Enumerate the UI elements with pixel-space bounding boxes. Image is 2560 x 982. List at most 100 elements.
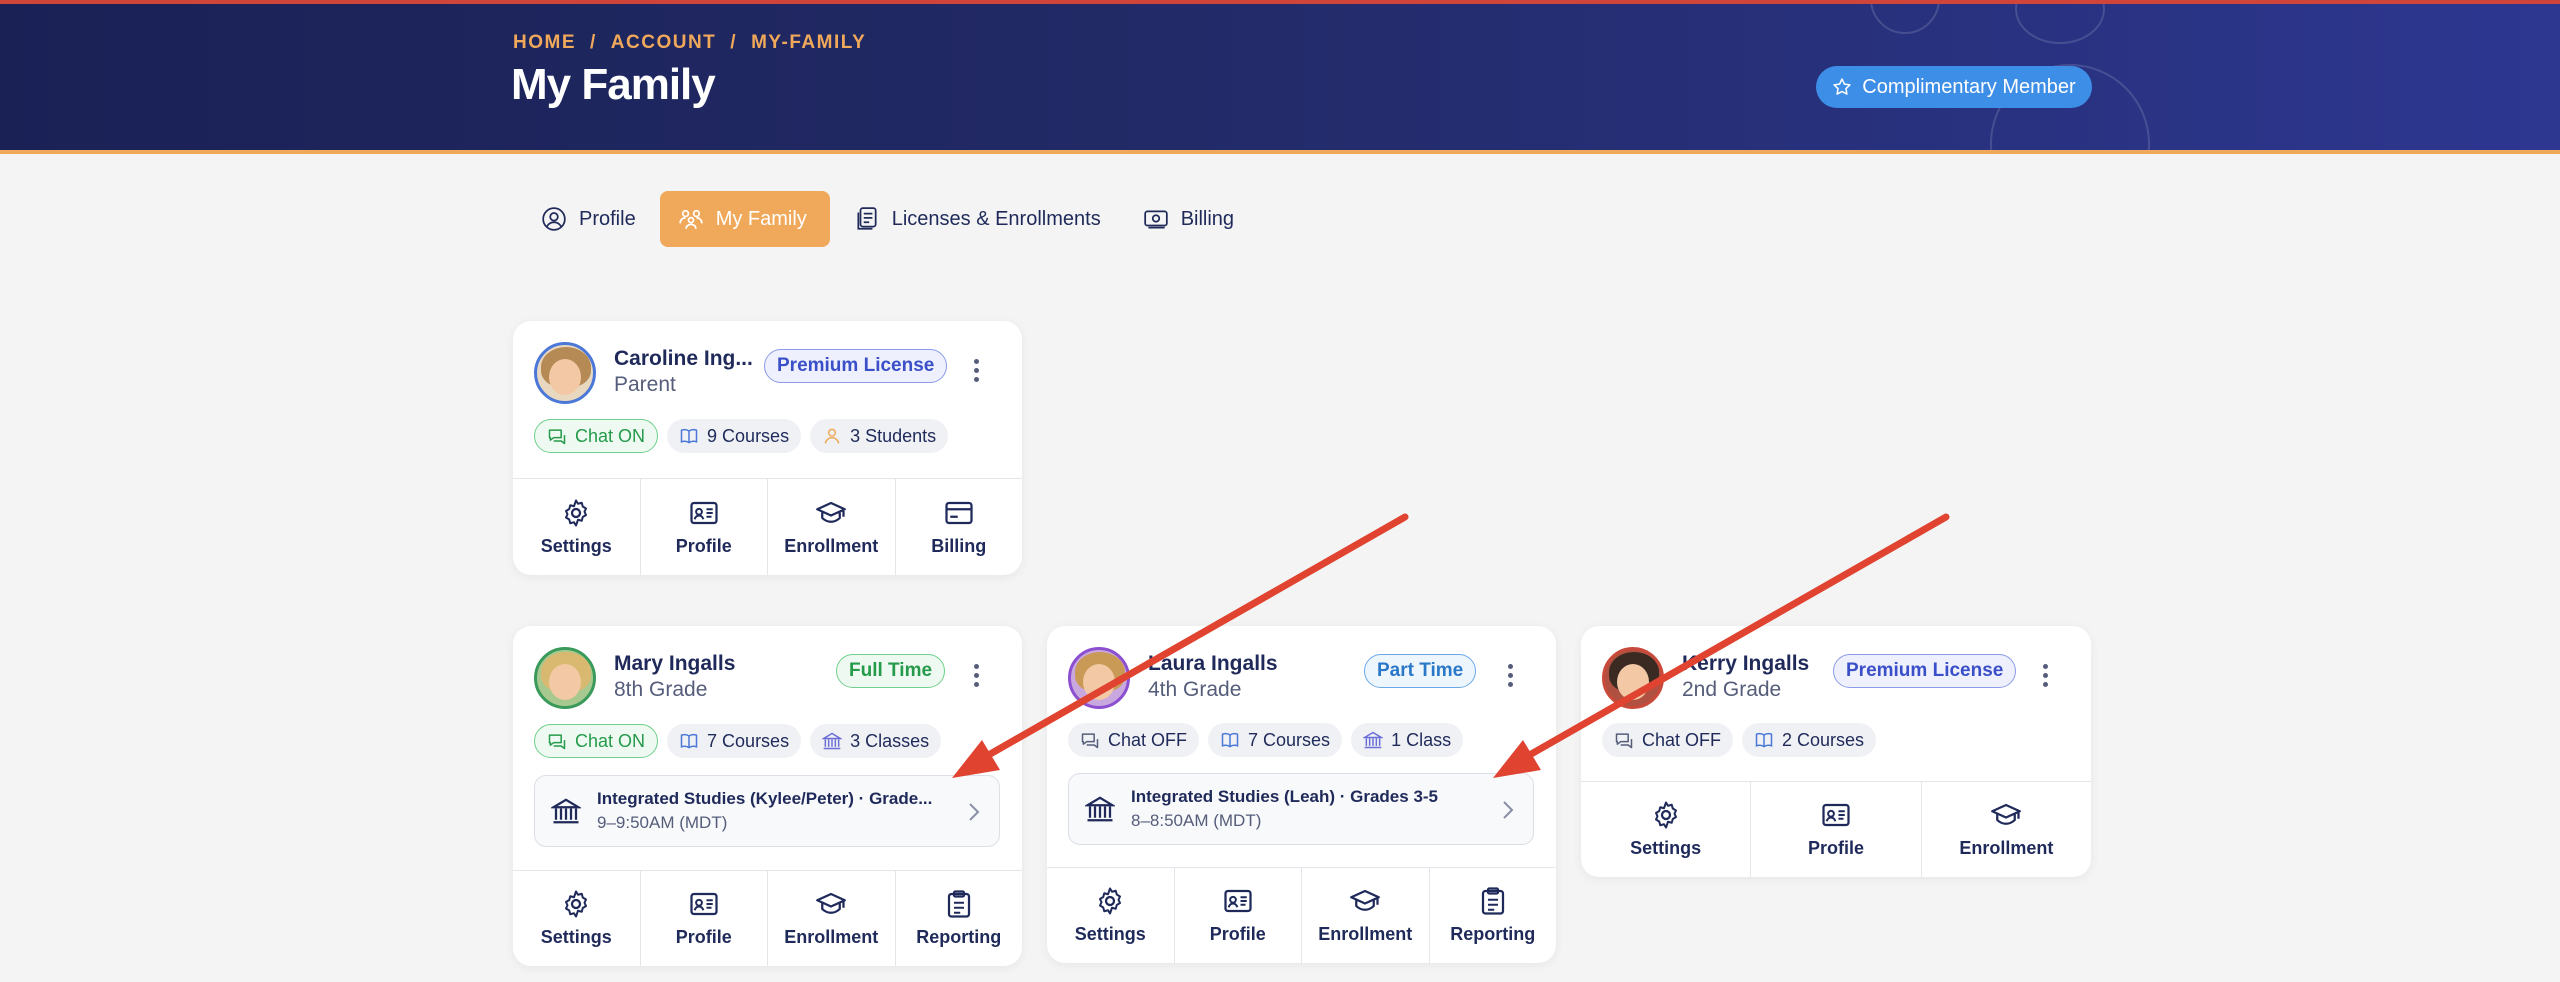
student-card-kerry: Kerry Ingalls 2nd Grade Premium License …	[1581, 626, 2091, 877]
money-icon	[1143, 206, 1169, 232]
reporting-button[interactable]: Reporting	[896, 871, 1023, 966]
graduation-cap-icon	[816, 498, 846, 528]
avatar[interactable]	[534, 342, 596, 404]
settings-button[interactable]: Settings	[513, 479, 641, 575]
chat-icon	[547, 731, 567, 751]
settings-button[interactable]: Settings	[513, 871, 641, 966]
tab-my-family[interactable]: My Family	[659, 191, 830, 247]
tab-label: Billing	[1180, 207, 1235, 230]
graduation-cap-icon	[1991, 800, 2021, 830]
action-label: Profile	[675, 535, 732, 556]
avatar[interactable]	[1602, 647, 1664, 709]
member-role: 8th Grade	[614, 678, 708, 701]
chat-icon	[547, 426, 567, 446]
tab-label: Licenses & Enrollments	[891, 207, 1101, 230]
breadcrumb: HOME / ACCOUNT / MY-FAMILY	[513, 32, 866, 54]
documents-icon	[854, 206, 880, 232]
chip-label: 7 Courses	[707, 730, 790, 751]
tab-licenses-enrollments[interactable]: Licenses & Enrollments	[836, 191, 1119, 247]
profile-button[interactable]: Profile	[1751, 782, 1922, 877]
profile-button[interactable]: Profile	[641, 479, 768, 575]
chip-label: 2 Courses	[1782, 729, 1865, 750]
page-title: My Family	[511, 60, 716, 109]
star-icon	[1832, 77, 1852, 97]
avatar[interactable]	[1068, 647, 1130, 709]
breadcrumb-home[interactable]: HOME	[513, 32, 576, 54]
more-options-icon[interactable]	[970, 359, 982, 382]
book-icon	[1220, 730, 1240, 750]
class-info: Integrated Studies (Leah) · Grades 3-5 8…	[1131, 787, 1501, 831]
more-options-icon[interactable]	[970, 664, 982, 687]
action-label: Profile	[675, 927, 732, 947]
courses-chip: 7 Courses	[667, 724, 802, 758]
person-icon	[822, 426, 842, 446]
chip-label: 9 Courses	[707, 425, 790, 446]
settings-button[interactable]: Settings	[1047, 868, 1175, 963]
chip-label: 3 Students	[850, 425, 937, 446]
member-role: 4th Grade	[1148, 678, 1242, 701]
family-icon	[678, 206, 704, 232]
tab-profile[interactable]: Profile	[523, 191, 654, 247]
id-card-icon	[1223, 886, 1253, 916]
class-row[interactable]: Integrated Studies (Kylee/Peter) · Grade…	[534, 775, 1000, 847]
enrollment-button[interactable]: Enrollment	[768, 479, 896, 575]
chip-label: 7 Courses	[1248, 729, 1331, 750]
chevron-right-icon	[1501, 800, 1515, 820]
student-card-mary: Mary Ingalls 8th Grade Full Time Chat ON…	[513, 626, 1022, 966]
id-card-icon	[689, 889, 719, 919]
settings-button[interactable]: Settings	[1581, 782, 1752, 877]
card-actions: Settings Profile Enrollment Reporting	[513, 870, 1022, 966]
breadcrumb-separator: /	[590, 32, 597, 53]
member-name[interactable]: Caroline Ing...	[614, 347, 753, 371]
chip-label: Chat OFF	[1642, 729, 1722, 750]
enrollment-button[interactable]: Enrollment	[1922, 782, 2091, 877]
class-title: Integrated Studies (Kylee/Peter) · Grade…	[597, 789, 933, 808]
profile-button[interactable]: Profile	[641, 871, 768, 966]
bank-icon	[822, 731, 842, 751]
chip-label: 3 Classes	[850, 730, 930, 751]
book-icon	[679, 426, 699, 446]
tab-label: Profile	[579, 207, 636, 230]
bank-icon	[551, 796, 581, 826]
class-time: 9–9:50AM (MDT)	[597, 813, 728, 832]
action-label: Enrollment	[1959, 838, 2054, 858]
card-actions: Settings Profile Enrollment Reporting	[1047, 867, 1556, 963]
action-label: Profile	[1807, 838, 1864, 858]
reporting-button[interactable]: Reporting	[1430, 868, 1557, 963]
billing-button[interactable]: Billing	[896, 479, 1023, 575]
action-label: Settings	[1074, 924, 1146, 944]
member-name[interactable]: Kerry Ingalls	[1682, 652, 1809, 676]
action-label: Settings	[540, 535, 612, 556]
bank-icon	[1085, 794, 1115, 824]
class-info: Integrated Studies (Kylee/Peter) · Grade…	[597, 789, 967, 833]
bank-icon	[1363, 730, 1383, 750]
gear-icon	[1095, 886, 1125, 916]
id-card-icon	[689, 498, 719, 528]
enrollment-button[interactable]: Enrollment	[768, 871, 896, 966]
chip-label: Chat ON	[575, 425, 646, 446]
breadcrumb-account[interactable]: ACCOUNT	[611, 32, 717, 54]
member-name[interactable]: Mary Ingalls	[614, 652, 735, 676]
class-time: 8–8:50AM (MDT)	[1131, 811, 1262, 830]
action-label: Enrollment	[1318, 924, 1413, 944]
chat-icon	[1614, 730, 1634, 750]
courses-chip: 2 Courses	[1742, 723, 1877, 757]
stats-chips: Chat ON 9 Courses 3 Students	[534, 419, 949, 453]
license-badge: Premium License	[1833, 654, 2017, 688]
profile-button[interactable]: Profile	[1175, 868, 1302, 963]
chip-label: Chat OFF	[1108, 729, 1188, 750]
avatar[interactable]	[534, 647, 596, 709]
complimentary-member-badge[interactable]: Complimentary Member	[1816, 66, 2092, 108]
user-circle-icon	[541, 206, 567, 232]
more-options-icon[interactable]	[1504, 664, 1516, 687]
breadcrumb-separator: /	[730, 32, 738, 53]
member-name[interactable]: Laura Ingalls	[1148, 652, 1278, 676]
tab-billing[interactable]: Billing	[1125, 191, 1252, 247]
class-row[interactable]: Integrated Studies (Leah) · Grades 3-5 8…	[1068, 773, 1534, 845]
gear-icon	[1651, 800, 1681, 830]
clipboard-icon	[1478, 886, 1508, 916]
action-label: Reporting	[1450, 924, 1536, 944]
more-options-icon[interactable]	[2039, 664, 2051, 687]
enrollment-button[interactable]: Enrollment	[1302, 868, 1430, 963]
chevron-right-icon	[967, 802, 981, 822]
